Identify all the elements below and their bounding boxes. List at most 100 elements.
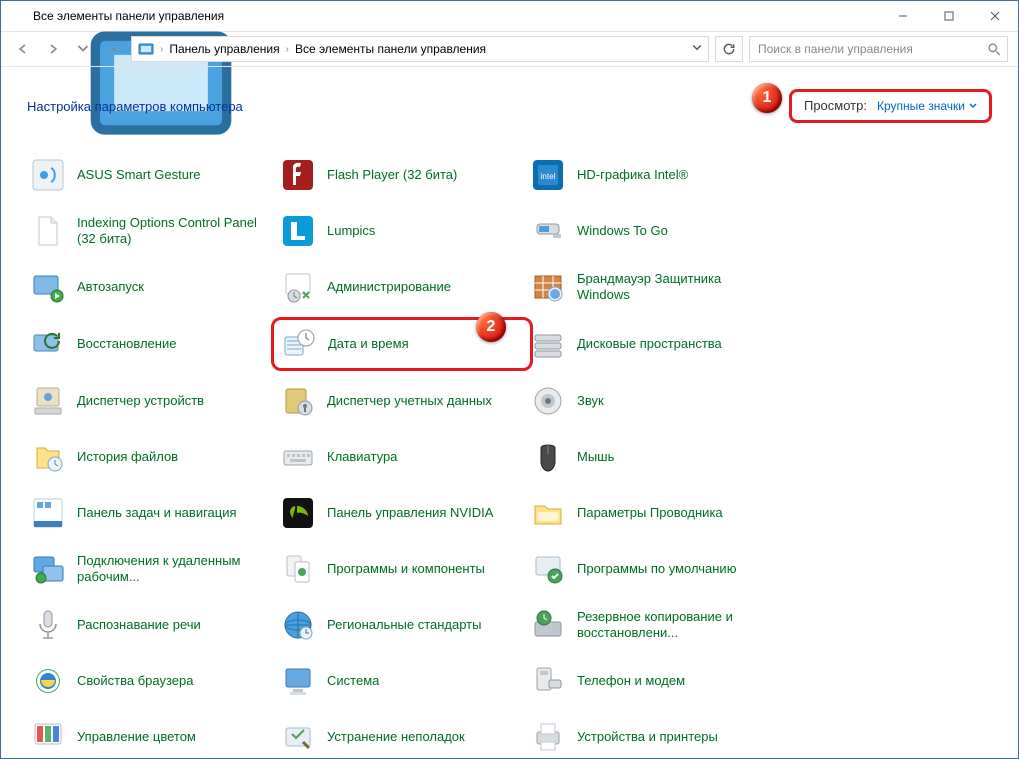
- maximize-button[interactable]: [926, 1, 972, 31]
- mouse-icon: [531, 440, 565, 474]
- cp-item-label: ASUS Smart Gesture: [77, 167, 201, 183]
- cp-item-speech[interactable]: Распознавание речи: [27, 603, 277, 647]
- cp-item-flash-player[interactable]: Flash Player (32 бита): [277, 153, 527, 197]
- cp-item-device-manager[interactable]: Диспетчер устройств: [27, 379, 277, 423]
- cp-item-internet-options[interactable]: Свойства браузера: [27, 659, 277, 703]
- cp-item-indexing-options[interactable]: Indexing Options Control Panel (32 бита): [27, 209, 277, 253]
- autoplay-icon: [31, 270, 65, 304]
- address-dropdown[interactable]: [692, 42, 702, 56]
- cp-item-asus-smart-gesture[interactable]: ASUS Smart Gesture: [27, 153, 277, 197]
- cp-item-label: Мышь: [577, 449, 614, 465]
- cp-item-label: Устранение неполадок: [327, 729, 465, 745]
- explorer-icon: [531, 496, 565, 530]
- nvidia-icon: [281, 496, 315, 530]
- rdp-icon: [31, 552, 65, 586]
- cp-item-label: Брандмауэр Защитника Windows: [577, 271, 772, 304]
- firewall-icon: [531, 270, 565, 304]
- view-selector[interactable]: Просмотр: Крупные значки: [789, 89, 992, 123]
- refresh-button[interactable]: [715, 36, 743, 62]
- cp-item-system[interactable]: Система: [277, 659, 527, 703]
- cp-item-label: Свойства браузера: [77, 673, 193, 689]
- view-label: Просмотр:: [804, 98, 867, 114]
- control-panel-window: Все элементы панели управления › Панель …: [0, 0, 1019, 759]
- intel-icon: [531, 158, 565, 192]
- color-icon: [31, 720, 65, 754]
- cp-item-devices-printers[interactable]: Устройства и принтеры: [527, 715, 777, 758]
- page-title: Настройка параметров компьютера: [27, 99, 243, 114]
- cred-icon: [281, 384, 315, 418]
- back-button[interactable]: [11, 37, 35, 61]
- cp-item-label: Управление цветом: [77, 729, 196, 745]
- breadcrumb-root[interactable]: Панель управления: [169, 42, 279, 56]
- kbd-icon: [281, 440, 315, 474]
- cp-item-color-management[interactable]: Управление цветом: [27, 715, 277, 758]
- search-input[interactable]: [756, 41, 981, 57]
- view-value[interactable]: Крупные значки: [877, 99, 977, 113]
- minimize-button[interactable]: [880, 1, 926, 31]
- cp-item-credential-manager[interactable]: Диспетчер учетных данных: [277, 379, 527, 423]
- forward-button[interactable]: [41, 37, 65, 61]
- breadcrumb-current[interactable]: Все элементы панели управления: [295, 42, 486, 56]
- cp-item-intel-graphics[interactable]: HD-графика Intel®: [527, 153, 777, 197]
- cp-item-programs-features[interactable]: Программы и компоненты: [277, 547, 527, 591]
- trouble-icon: [281, 720, 315, 754]
- cp-item-label: Панель управления NVIDIA: [327, 505, 493, 521]
- cp-item-sound[interactable]: Звук: [527, 379, 777, 423]
- wtg-icon: [531, 214, 565, 248]
- cp-item-label: Программы и компоненты: [327, 561, 485, 577]
- doc-icon: [31, 214, 65, 248]
- cp-item-label: Windows To Go: [577, 223, 668, 239]
- cp-item-remote-desktop[interactable]: Подключения к удаленным рабочим...: [27, 547, 277, 591]
- cp-item-firewall[interactable]: Брандмауэр Защитника Windows: [527, 265, 777, 309]
- breadcrumb-separator: ›: [160, 44, 163, 55]
- header-row: Настройка параметров компьютера 1 Просмо…: [27, 89, 992, 123]
- cp-item-folder-options[interactable]: Параметры Проводника: [527, 491, 777, 535]
- cp-item-label: Восстановление: [77, 336, 176, 352]
- cp-item-phone-modem[interactable]: Телефон и модем: [527, 659, 777, 703]
- cp-item-label: Резервное копирование и восстановлени...: [577, 609, 772, 642]
- cp-item-recovery[interactable]: Восстановление: [27, 321, 277, 367]
- recent-dropdown[interactable]: [71, 37, 95, 61]
- cp-item-region[interactable]: Региональные стандарты: [277, 603, 527, 647]
- cp-item-windows-to-go[interactable]: Windows To Go: [527, 209, 777, 253]
- cp-item-label: Автозапуск: [77, 279, 144, 295]
- search-box[interactable]: [749, 36, 1008, 62]
- chevron-down-icon: [77, 43, 89, 55]
- cp-item-storage-spaces[interactable]: Дисковые пространства: [527, 321, 777, 367]
- globe-icon: [281, 608, 315, 642]
- address-bar[interactable]: › Панель управления › Все элементы панел…: [131, 36, 709, 62]
- cp-item-backup[interactable]: Резервное копирование и восстановлени...: [527, 603, 777, 647]
- chevron-down-icon: [692, 43, 702, 53]
- search-icon: [987, 42, 1001, 56]
- maximize-icon: [944, 11, 954, 21]
- cp-item-label: Региональные стандарты: [327, 617, 481, 633]
- cp-item-label: Панель задач и навигация: [77, 505, 237, 521]
- cp-item-troubleshoot[interactable]: Устранение неполадок: [277, 715, 527, 758]
- cp-item-label: Lumpics: [327, 223, 375, 239]
- cp-item-mouse[interactable]: Мышь: [527, 435, 777, 479]
- cp-item-admin-tools[interactable]: Администрирование: [277, 265, 527, 309]
- cp-item-lumpics[interactable]: Lumpics: [277, 209, 527, 253]
- gesture-icon: [31, 158, 65, 192]
- nav-row: › Панель управления › Все элементы панел…: [1, 32, 1018, 67]
- callout-badge-1: 1: [752, 83, 782, 113]
- window-title: Все элементы панели управления: [33, 9, 224, 23]
- cp-item-label: Распознавание речи: [77, 617, 201, 633]
- breadcrumb-separator: ›: [286, 44, 289, 55]
- taskbar-icon: [31, 496, 65, 530]
- cp-item-nvidia[interactable]: Панель управления NVIDIA: [277, 491, 527, 535]
- up-button[interactable]: [101, 37, 125, 61]
- cp-item-default-programs[interactable]: Программы по умолчанию: [527, 547, 777, 591]
- refresh-icon: [722, 42, 736, 56]
- cp-item-keyboard[interactable]: Клавиатура: [277, 435, 527, 479]
- flash-icon: [281, 158, 315, 192]
- cp-item-label: Программы по умолчанию: [577, 561, 736, 577]
- backup-icon: [531, 608, 565, 642]
- cp-item-file-history[interactable]: История файлов: [27, 435, 277, 479]
- cp-item-autoplay[interactable]: Автозапуск: [27, 265, 277, 309]
- cp-item-label: Звук: [577, 393, 604, 409]
- cp-item-taskbar-nav[interactable]: Панель задач и навигация: [27, 491, 277, 535]
- cp-item-label: Устройства и принтеры: [577, 729, 718, 745]
- close-button[interactable]: [972, 1, 1018, 31]
- devmgr-icon: [31, 384, 65, 418]
